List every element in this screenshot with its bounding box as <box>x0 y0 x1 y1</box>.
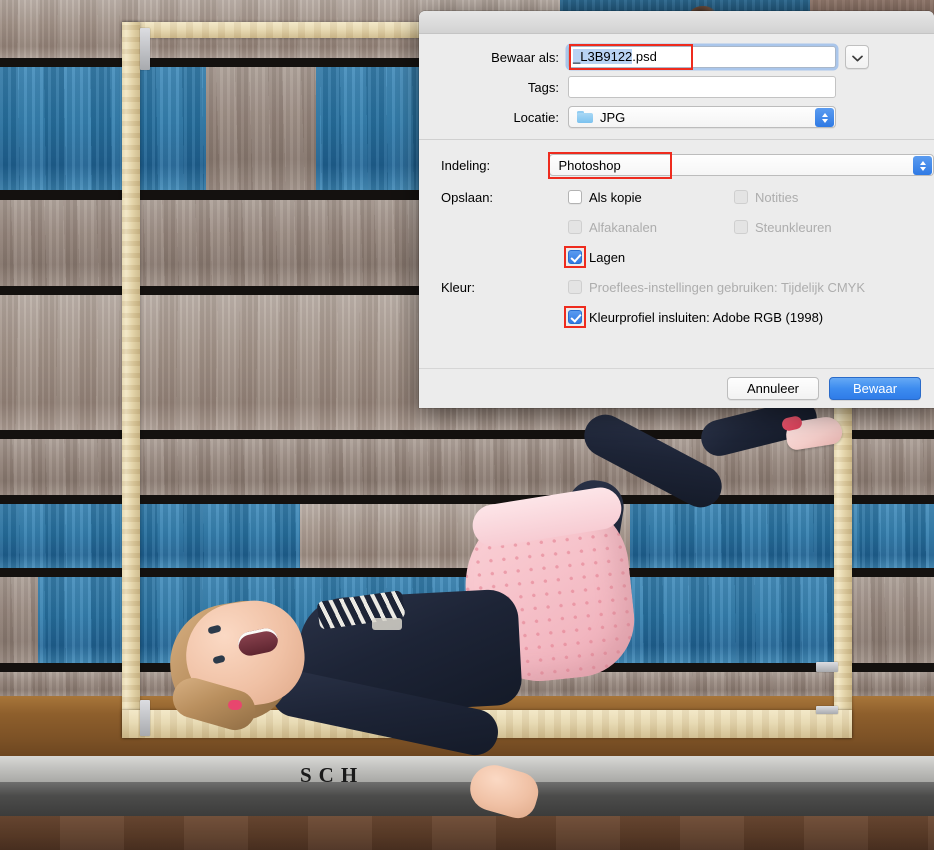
format-annotation <box>547 152 672 179</box>
location-select[interactable]: JPG <box>568 106 836 128</box>
checkbox-label: Steunkleuren <box>755 219 832 235</box>
bench-label: SCH <box>300 763 365 787</box>
lagen-annotation <box>564 245 586 268</box>
hair-tie <box>228 700 242 710</box>
checkbox-label: Proeflees-instellingen gebruiken: Tijdel… <box>589 279 866 295</box>
file-name-input[interactable]: _L3B9122.psd <box>568 44 836 70</box>
save-options-label: Opslaan: <box>441 189 494 205</box>
frame-hinge <box>816 662 838 672</box>
shirt-logo <box>372 618 402 630</box>
checkbox-label: Alfakanalen <box>589 219 657 235</box>
chevron-up-icon <box>919 160 926 165</box>
format-stepper-icon[interactable] <box>913 156 932 175</box>
checkbox-proeflees: Proeflees-instellingen gebruiken: Tijdel… <box>568 280 865 295</box>
checkbox-label: Notities <box>755 189 799 205</box>
floor <box>0 816 934 850</box>
save-options-row-1: Opslaan: Als kopie Notities <box>419 182 934 212</box>
kleurprofiel-annotation <box>564 305 586 328</box>
checkbox-steunkleuren: Steunkleuren <box>734 220 900 235</box>
save-dialog: Bewaar als: _L3B9122.psd Tags: Locatie: <box>419 11 934 408</box>
dialog-footer: Annuleer Bewaar <box>419 368 934 408</box>
dialog-top-pane: Bewaar als: _L3B9122.psd Tags: Locatie: <box>419 34 934 140</box>
frame-hinge <box>816 706 838 714</box>
dialog-options-pane: Indeling: Photoshop Opslaan: Als kopie N… <box>419 140 934 332</box>
checkbox-box[interactable] <box>568 190 582 204</box>
save-button[interactable]: Bewaar <box>829 377 921 400</box>
color-options-label: Kleur: <box>441 279 475 295</box>
location-row: Locatie: JPG <box>419 102 934 132</box>
chevron-down-icon <box>821 118 828 123</box>
checkbox-kleurprofiel[interactable]: Kleurprofiel insluiten: Adobe RGB (1998) <box>564 305 824 328</box>
checkbox-als-kopie[interactable]: Als kopie <box>568 190 734 205</box>
expand-panel-button[interactable] <box>845 45 869 69</box>
file-name-annotation <box>569 44 693 70</box>
bench-rail <box>0 782 934 816</box>
format-row: Indeling: Photoshop <box>419 151 934 179</box>
save-as-row: Bewaar als: _L3B9122.psd <box>419 42 934 72</box>
tags-row: Tags: <box>419 72 934 102</box>
folder-icon <box>577 111 593 123</box>
format-select[interactable]: Photoshop <box>547 152 934 179</box>
checkbox-alfakanalen: Alfakanalen <box>568 220 734 235</box>
cancel-button[interactable]: Annuleer <box>727 377 819 400</box>
checkbox-lagen[interactable]: Lagen <box>564 245 734 268</box>
tags-label: Tags: <box>527 79 559 95</box>
color-options-row-2: Kleurprofiel insluiten: Adobe RGB (1998) <box>419 302 934 332</box>
chevron-down-icon <box>919 166 926 171</box>
frame-left-stile <box>122 22 140 738</box>
save-options-row-2: Alfakanalen Steunkleuren <box>419 212 934 242</box>
checkbox-notities: Notities <box>734 190 900 205</box>
location-label: Locatie: <box>513 109 559 125</box>
tags-input[interactable] <box>568 76 836 98</box>
location-stepper-icon[interactable] <box>815 108 834 127</box>
checkbox-label: Lagen <box>589 249 626 265</box>
chevron-down-icon <box>851 50 863 65</box>
checkbox-box <box>734 220 748 234</box>
wall-patch <box>0 577 38 663</box>
chevron-up-icon <box>821 112 828 117</box>
checkbox-box <box>734 190 748 204</box>
plank-gap <box>0 495 934 504</box>
checkbox-label: Kleurprofiel insluiten: Adobe RGB (1998) <box>589 309 824 325</box>
checkbox-label: Als kopie <box>589 189 642 205</box>
checkbox-box <box>568 220 582 234</box>
location-value: JPG <box>600 109 626 125</box>
save-as-label: Bewaar als: <box>491 49 559 65</box>
bench-edge <box>0 756 934 782</box>
save-options-row-3: Lagen <box>419 242 934 272</box>
wall-patch <box>0 504 300 568</box>
checkbox-box <box>568 280 582 294</box>
format-label: Indeling: <box>441 157 491 173</box>
frame-hinge <box>140 700 150 736</box>
wall-patch <box>630 504 934 568</box>
dialog-titlebar[interactable] <box>419 11 934 34</box>
frame-hinge <box>140 28 150 70</box>
color-options-row-1: Kleur: Proeflees-instellingen gebruiken:… <box>419 272 934 302</box>
wall-patch <box>206 67 316 190</box>
wall-patch <box>840 577 934 663</box>
